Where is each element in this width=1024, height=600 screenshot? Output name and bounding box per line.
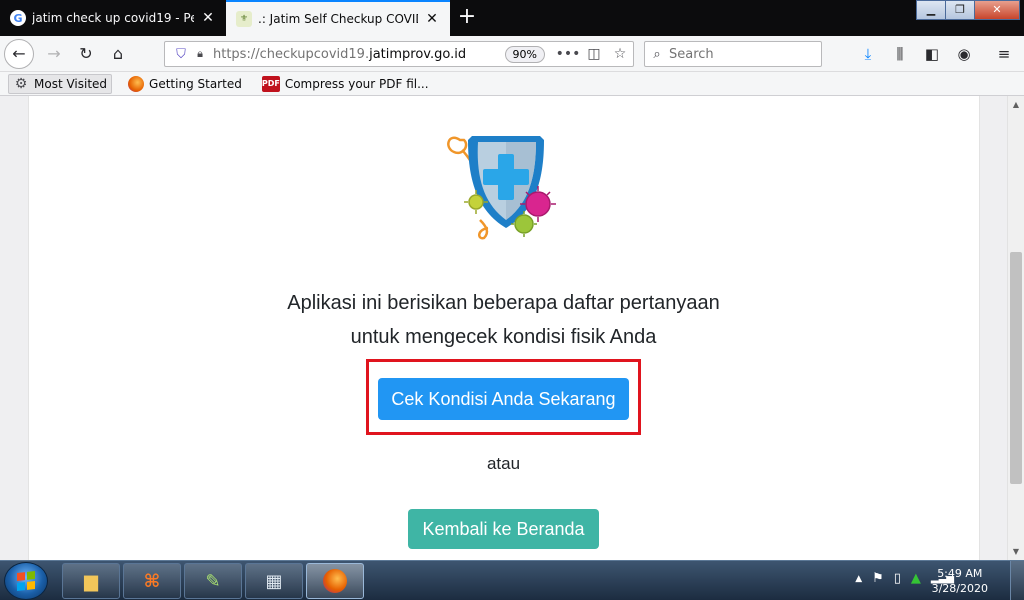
- description-line-2: untuk mengecek kondisi fisik Anda: [350, 326, 657, 348]
- maximize-button[interactable]: ❐: [945, 0, 975, 20]
- network-icon[interactable]: ▲: [911, 571, 921, 586]
- close-icon[interactable]: ✕: [200, 10, 216, 26]
- window-close-button[interactable]: ✕: [974, 0, 1020, 20]
- taskbar-xampp[interactable]: ⌘: [123, 563, 181, 599]
- scroll-up-arrow-icon[interactable]: ▲: [1008, 96, 1024, 113]
- search-box[interactable]: ⌕: [644, 41, 822, 67]
- notepad-icon: ✎: [205, 570, 221, 592]
- show-hidden-icons-icon[interactable]: ▲: [855, 574, 862, 584]
- tab-search[interactable]: G jatim check up covid19 - Penel ✕: [0, 0, 226, 36]
- bookmark-label: Most Visited: [34, 76, 108, 91]
- bookmark-star-icon[interactable]: ☆: [607, 46, 633, 62]
- taskbar-explorer[interactable]: ▆: [62, 563, 120, 599]
- zoom-level[interactable]: 90%: [504, 45, 545, 63]
- page-scrollbar[interactable]: ▲ ▼: [1007, 96, 1024, 560]
- search-icon: ⌕: [653, 46, 661, 62]
- description-line-1: Aplikasi ini berisikan beberapa daftar p…: [287, 292, 720, 314]
- clock-date: 3/28/2020: [931, 582, 988, 595]
- power-icon[interactable]: ▯: [894, 571, 901, 586]
- google-icon: G: [10, 10, 26, 26]
- menu-icon[interactable]: ≡: [990, 40, 1018, 68]
- bookmark-label: Getting Started: [149, 76, 242, 91]
- tracking-shield-icon[interactable]: ⛉: [171, 47, 191, 62]
- page-actions-icon[interactable]: •••: [555, 46, 581, 62]
- bookmark-label: Compress your PDF fil...: [284, 76, 429, 91]
- health-shield-virus-illustration: [447, 136, 556, 240]
- site-icon: ⚜: [236, 11, 252, 27]
- clock-time: 5:49 AM: [937, 567, 983, 580]
- back-to-home-button[interactable]: Kembali ke Beranda: [408, 509, 599, 549]
- bookmark-compress-pdf[interactable]: PDF Compress your PDF fil...: [258, 75, 433, 93]
- firefox-icon: [128, 75, 145, 92]
- separator-text: atau: [486, 454, 521, 473]
- firefox-icon: [323, 569, 347, 593]
- taskbar-clock[interactable]: 5:49 AM 3/28/2020: [932, 566, 988, 596]
- pocket-icon[interactable]: ◫: [581, 46, 607, 62]
- xampp-icon: ⌘: [143, 570, 161, 592]
- search-input[interactable]: [669, 46, 809, 62]
- tab-title: jatim check up covid19 - Penel: [32, 11, 194, 25]
- folder-icon: ▆: [84, 570, 98, 592]
- scrollbar-thumb[interactable]: [1010, 252, 1022, 484]
- pdf-icon: PDF: [261, 75, 280, 92]
- taskbar-firefox[interactable]: [306, 563, 364, 599]
- library-icon[interactable]: ⫼: [886, 40, 914, 68]
- url-text[interactable]: https://checkupcovid19.jatimprov.go.id: [209, 47, 505, 62]
- scroll-down-arrow-icon[interactable]: ▼: [1008, 543, 1024, 560]
- tab-strip: G jatim check up covid19 - Penel ✕ ⚜ .: …: [0, 0, 1024, 36]
- bookmark-most-visited[interactable]: ⚙ Most Visited: [8, 73, 113, 94]
- home-button[interactable]: ⌂: [104, 40, 132, 68]
- bookmarks-toolbar: ⚙ Most Visited Getting Started PDF Compr…: [0, 72, 1024, 96]
- minimize-button[interactable]: ▁: [916, 0, 946, 20]
- download-icon[interactable]: ⤓: [854, 40, 882, 68]
- taskbar-calculator[interactable]: ▦: [245, 563, 303, 599]
- start-button[interactable]: [4, 562, 48, 600]
- calculator-icon: ▦: [265, 570, 283, 592]
- window-controls: ▁ ❐ ✕: [916, 0, 1020, 20]
- new-tab-button[interactable]: +: [454, 4, 480, 30]
- check-condition-button[interactable]: Cek Kondisi Anda Sekarang: [378, 378, 629, 420]
- windows-logo-icon: [17, 571, 35, 591]
- tab-title: .: Jatim Self Checkup COVID-19: [258, 12, 418, 26]
- show-desktop-button[interactable]: [1010, 561, 1024, 600]
- action-center-flag-icon[interactable]: ⚑: [872, 571, 884, 586]
- lock-icon[interactable]: 🔒︎: [191, 47, 209, 61]
- page-viewport: Aplikasi ini berisikan beberapa daftar p…: [0, 96, 1007, 560]
- gear-icon: ⚙: [14, 75, 28, 92]
- taskbar-editor[interactable]: ✎: [184, 563, 242, 599]
- windows-taskbar: ▆ ⌘ ✎ ▦ ▲ ⚑ ▯ ▲ ▂▃▅ 5:49 AM 3/28/2020: [0, 560, 1024, 600]
- url-bar[interactable]: ⛉ 🔒︎ https://checkupcovid19.jatimprov.go…: [164, 41, 634, 67]
- close-icon[interactable]: ✕: [424, 11, 440, 27]
- forward-button[interactable]: →: [40, 40, 68, 68]
- bookmark-getting-started[interactable]: Getting Started: [124, 75, 246, 93]
- reload-button[interactable]: ↻: [72, 40, 100, 68]
- account-icon[interactable]: ◉: [950, 40, 978, 68]
- tab-checkup[interactable]: ⚜ .: Jatim Self Checkup COVID-19 ✕: [226, 0, 450, 36]
- back-button[interactable]: ←: [4, 39, 34, 69]
- navigation-toolbar: ← → ↻ ⌂ ⛉ 🔒︎ https://checkupcovid19.jati…: [0, 36, 1024, 72]
- sidebar-icon[interactable]: ◧: [918, 40, 946, 68]
